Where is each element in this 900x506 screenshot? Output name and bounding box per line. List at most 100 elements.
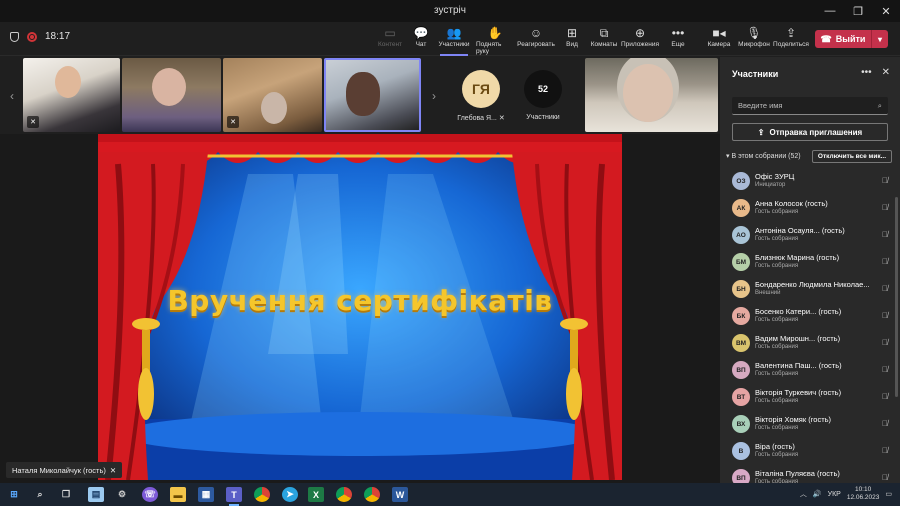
chevron-down-icon[interactable]: ▾: [871, 30, 888, 48]
teams-icon[interactable]: T: [226, 487, 242, 506]
hand-icon: ✋: [487, 26, 503, 40]
meeting-timer: 18:17: [45, 31, 71, 42]
more-icon[interactable]: •••: [861, 67, 872, 78]
meeting-toolbar: 18:17 ▭ Контент 💬 Чат 👥 Участники ✋ Подн…: [0, 22, 900, 56]
mic-off-icon: 🎙̸: [882, 230, 888, 239]
video-tile[interactable]: ✕: [223, 58, 322, 132]
avatar: АО: [732, 226, 750, 244]
viber-icon[interactable]: ☏: [142, 487, 158, 502]
chevron-down-icon: ▾: [726, 153, 730, 160]
participant-role: Гость собрания: [755, 236, 799, 242]
volume-icon[interactable]: 🔊: [813, 490, 822, 498]
more-icon: •••: [671, 26, 685, 40]
share-button[interactable]: ⇪ Поделиться: [772, 25, 810, 48]
participant-row[interactable]: ВХ Вікторія Хомяк (гость) Гость собрания 🎙̸: [720, 410, 900, 437]
mic-off-icon: ✕: [27, 116, 39, 128]
avatar: ВХ: [732, 415, 750, 433]
video-tile-speaking[interactable]: [324, 58, 421, 132]
participant-name: Вікторія Туркевич (гость): [755, 388, 842, 397]
participant-video: [55, 66, 81, 98]
word-icon[interactable]: W: [392, 487, 408, 502]
avatar: ВП: [732, 469, 750, 483]
participant-video: [152, 68, 186, 106]
participant-role: Гость собрания: [755, 263, 799, 269]
shared-slide: Вручення сертифікатів: [98, 134, 622, 480]
notification-icon[interactable]: ▭: [885, 490, 892, 498]
search-icon[interactable]: ⌕: [32, 487, 48, 502]
excel-icon[interactable]: X: [308, 487, 324, 502]
participant-row[interactable]: АО Антоніна Осауля... (гость) Гость собран…: [720, 221, 900, 248]
participant-role: Гость собрания: [755, 209, 799, 215]
content-icon: ▭: [384, 26, 396, 40]
chat-button[interactable]: 💬 Чат: [403, 25, 439, 48]
participant-name: Вадим Мирошн... (гость): [755, 334, 841, 343]
participant-row[interactable]: ВП Віталіна Пуляєва (гость) Гость собрания…: [720, 464, 900, 483]
camera-button[interactable]: ■◂ Камера: [701, 25, 737, 48]
more-button[interactable]: ••• Еще: [660, 25, 696, 48]
mic-button[interactable]: 🎙 Микрофон: [736, 25, 772, 48]
participant-row[interactable]: БК Босенко Катери... (гость) Гость собрани…: [720, 302, 900, 329]
raise-hand-button[interactable]: ✋ Поднять руку: [476, 25, 514, 55]
mute-all-button[interactable]: Отключить все мик...: [811, 149, 892, 163]
maximize-icon[interactable]: ❐: [844, 0, 872, 22]
leave-button[interactable]: ☎ Выйти ▾: [815, 30, 888, 48]
participant-name: Анна Колосок (гость): [755, 199, 828, 208]
section-toggle[interactable]: ▾ В этом собрании (52): [726, 152, 801, 160]
chevron-left-icon[interactable]: ‹: [2, 57, 22, 134]
calculator-icon[interactable]: ▤: [88, 487, 104, 502]
minimize-icon[interactable]: —: [816, 0, 844, 22]
close-icon[interactable]: ✕: [872, 0, 900, 22]
participant-row[interactable]: ОЗ Офіс ЗУРЦ Инициатор 🎙̸: [720, 167, 900, 194]
clock[interactable]: 10:10 12.06.2023: [847, 486, 880, 502]
participant-role: Внешний: [755, 290, 781, 296]
avatar: В: [732, 442, 750, 460]
scrollbar[interactable]: [895, 197, 898, 397]
rooms-button[interactable]: ⧉ Комнаты: [586, 25, 622, 48]
participant-role: Гость собрания: [755, 371, 799, 377]
video-tile[interactable]: [122, 58, 221, 132]
windows-start-icon[interactable]: ⊞: [6, 487, 22, 502]
video-tile[interactable]: ✕: [23, 58, 120, 132]
participant-row[interactable]: В Віра (гость) Гость собрания 🎙̸: [720, 437, 900, 464]
participant-row[interactable]: ВТ Вікторія Туркевич (гость) Гость собрани…: [720, 383, 900, 410]
participant-row[interactable]: ВП Валентина Паш... (гость) Гость собрания…: [720, 356, 900, 383]
view-button[interactable]: ⊞ Вид: [554, 25, 590, 48]
participant-name: Віталіна Пуляєва (гость): [755, 469, 840, 478]
chevron-right-icon[interactable]: ›: [424, 57, 444, 134]
participant-row[interactable]: БН Бондаренко Людмила Николае... Внешний 🎙̸: [720, 275, 900, 302]
participant-name: Офіс ЗУРЦ: [755, 172, 795, 181]
chevron-up-icon[interactable]: ︿: [800, 489, 807, 499]
file-explorer-icon[interactable]: ▬: [170, 487, 186, 502]
in-meeting-section: ▾ В этом собрании (52) Отключить все мик…: [726, 149, 892, 163]
chrome-icon[interactable]: [364, 487, 380, 502]
send-invite-button[interactable]: ⇪ Отправка приглашения: [732, 123, 888, 141]
participants-button[interactable]: 👥 Участники: [436, 25, 472, 56]
react-button[interactable]: ☺ Реагировать: [517, 25, 555, 48]
participants-count-tile[interactable]: 52 Участники: [508, 58, 578, 132]
app-icon[interactable]: ▦: [198, 487, 214, 502]
app-icon[interactable]: ⚙: [114, 487, 130, 502]
telegram-icon[interactable]: ➤: [282, 487, 298, 502]
video-tile[interactable]: [585, 58, 718, 132]
participant-role: Гость собрания: [755, 398, 799, 404]
participant-role: Гость собрания: [755, 344, 799, 350]
title-bar: зустріч — ❐ ✕: [0, 0, 900, 22]
chrome-icon[interactable]: [336, 487, 352, 502]
avatar: ВМ: [732, 334, 750, 352]
participant-row[interactable]: БМ Близнюк Марина (гость) Гость собрания 🎙̸: [720, 248, 900, 275]
people-icon: 👥: [446, 26, 462, 40]
keyboard-language[interactable]: УКР: [828, 491, 841, 498]
apps-button[interactable]: ⊕ Приложения: [621, 25, 659, 48]
mic-off-icon: ✕: [227, 116, 239, 128]
avatar-tile[interactable]: ГЯ Глебова Я... ✕: [446, 58, 516, 132]
participant-row[interactable]: ВМ Вадим Мирошн... (гость) Гость собрания 🎙…: [720, 329, 900, 356]
close-icon[interactable]: ✕: [882, 67, 890, 78]
camera-icon: ■◂: [712, 26, 726, 40]
task-view-icon[interactable]: ❐: [58, 487, 74, 502]
participant-search-input[interactable]: Введите имя ⌕: [732, 97, 888, 115]
avatar: АК: [732, 199, 750, 217]
avatar: БК: [732, 307, 750, 325]
chrome-icon[interactable]: [254, 487, 270, 502]
mic-off-icon: 🎙̸: [882, 338, 888, 347]
participant-row[interactable]: АК Анна Колосок (гость) Гость собрания 🎙̸: [720, 194, 900, 221]
